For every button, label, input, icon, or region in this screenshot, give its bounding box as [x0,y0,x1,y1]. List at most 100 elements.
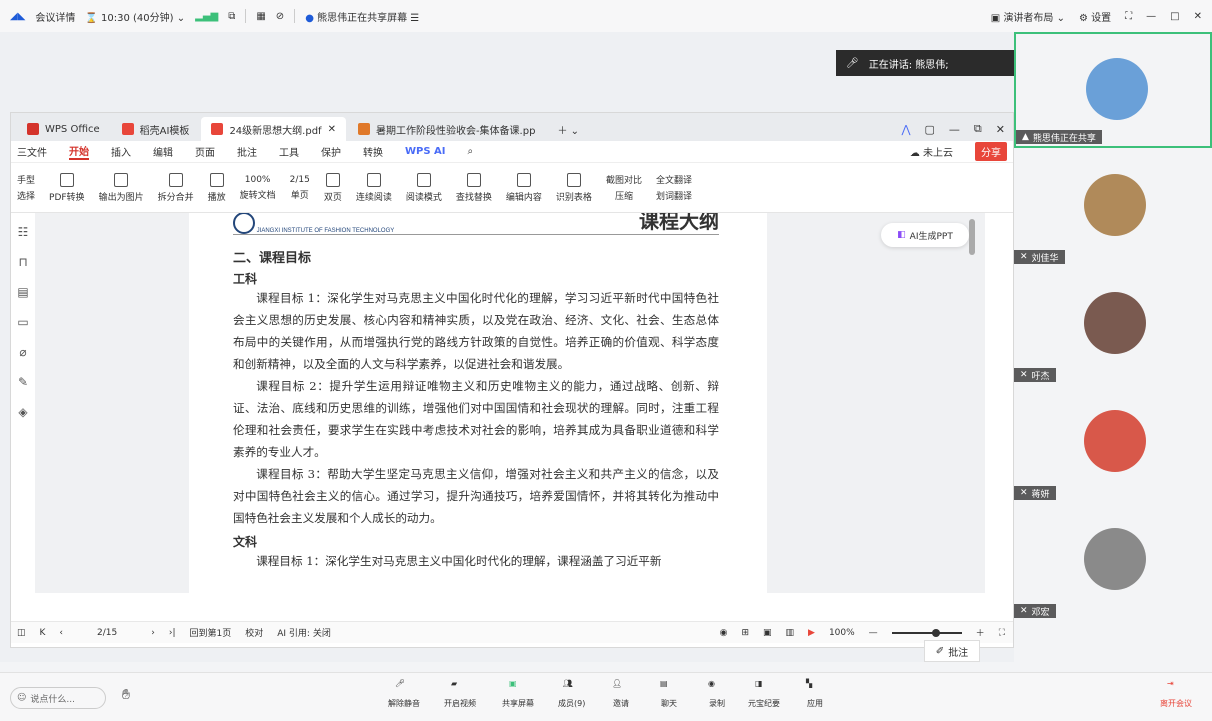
new-tab-button[interactable]: ＋ ⌄ [547,117,589,141]
menu-insert[interactable]: 插入 [111,144,131,159]
ai-cite-toggle[interactable]: AI 引用: 关闭 [277,626,331,639]
split-merge-button[interactable]: 拆分合并 [158,172,194,203]
zoom-in-icon[interactable]: ＋ [976,626,985,639]
minutes-button[interactable]: ◨ 元宝纪要 [748,679,780,709]
dual-view-icon[interactable]: ▥ [786,628,795,638]
menu-file[interactable]: 三文件 [17,144,47,159]
zoom-level[interactable]: 100% [829,628,855,638]
participant-tile[interactable]: ✕ 刘佳华 [1014,150,1212,266]
tab-ppt[interactable]: 暑期工作阶段性验收会-集体备课.pp [348,117,545,141]
settings-button[interactable]: ⚙ 设置 [1079,9,1111,24]
menu-edit[interactable]: 编辑 [153,144,173,159]
next-page-icon[interactable]: › [151,628,155,638]
minimize-icon[interactable]: — [949,123,960,136]
invite-button[interactable]: 👤︎ 邀请 [612,679,630,709]
prev-page-icon[interactable]: ‹ [59,628,63,638]
screen-share-icon[interactable]: ▦ [256,11,265,22]
read-mode-button[interactable]: 阅读模式 [406,172,442,203]
table-recognize-button[interactable]: 识别表格 [556,172,592,203]
play-icon[interactable]: ▶ [808,628,815,638]
share-screen-button[interactable]: ▣ 共享屏幕 [502,679,534,709]
window-icon[interactable]: ▢ [925,123,935,136]
menu-protect[interactable]: 保护 [321,144,341,159]
tab-pdf[interactable]: 24级新思想大纲.pdf ✕ [201,117,346,141]
close-icon[interactable]: ✕ [996,123,1005,136]
share-button[interactable]: 分享 [975,142,1007,161]
participant-tile[interactable]: ✕ 蒋妍 [1014,386,1212,502]
menu-wps-ai[interactable]: WPS AI [405,146,446,157]
participant-tile[interactable]: ✕ 邓宏 [1014,504,1212,620]
edit-content-button[interactable]: 编辑内容 [506,172,542,203]
unmute-button[interactable]: 🎤︎ 解除静音 [388,679,420,709]
page-number[interactable]: 2/15 [77,628,137,638]
comment-icon[interactable]: ▭ [17,315,28,329]
raise-hand-icon[interactable]: ✋︎ [122,687,130,703]
export-image-button[interactable]: 输出为图片 [99,172,144,203]
meeting-details-button[interactable]: 会议详情 [35,9,75,24]
close-icon[interactable]: ✕ [1194,11,1202,22]
ai-icon: ◧ [897,230,906,240]
double-page-button[interactable]: 双页 [324,172,342,203]
attachment-icon[interactable]: ⌀ [19,345,26,359]
fit-icon[interactable]: ⊞ [741,628,749,638]
vertical-scrollbar[interactable] [969,219,975,255]
layers-icon[interactable]: ◈ [18,405,27,419]
thumbnail-icon[interactable]: ▤ [17,285,28,299]
search-icon[interactable]: ⌕ [468,146,474,157]
meeting-time[interactable]: ⌛ 10:30 (40分钟) ⌄ [85,9,185,24]
pdf-convert-button[interactable]: PDF转换 [49,172,85,203]
participant-tile[interactable]: ▲ 熊思伟正在共享 [1014,32,1212,148]
maximize-icon[interactable]: □ [1170,11,1179,22]
continuous-read-button[interactable]: 连续阅读 [356,172,392,203]
find-replace-button[interactable]: 查找替换 [456,172,492,203]
hide-icon[interactable]: ⊘ [276,11,284,22]
eye-icon[interactable]: ◉ [720,628,728,638]
chat-button[interactable]: ▤ 聊天 [660,679,678,709]
menu-tools[interactable]: 工具 [279,144,299,159]
play-button[interactable]: 播放 [208,172,226,203]
menu-page[interactable]: 页面 [195,144,215,159]
minimize-icon[interactable]: — [1146,11,1156,22]
fullscreen-icon[interactable]: ⛶ [1125,11,1132,22]
ai-ppt-button[interactable]: ◧ AI生成PPT [881,223,969,247]
document-area[interactable]: JIANGXI INSTITUTE OF FASHION TECHNOLOGY … [35,213,985,593]
hand-tool[interactable]: 手型 选择 [17,173,35,202]
outline-icon[interactable]: ☷ [18,225,29,239]
last-page-icon[interactable]: ›| [169,628,176,638]
goto-first-link[interactable]: 回到第1页 [190,626,232,639]
signature-icon[interactable]: ✎ [18,375,28,389]
presenter-layout-button[interactable]: ▣ 演讲者布局 ⌄ [991,9,1065,24]
sidebar-toggle-icon[interactable]: ◫ [17,628,26,638]
bottom-label: 聊天 [661,699,677,708]
participant-tile[interactable]: ✕ 吁杰 [1014,268,1212,384]
tab-wps-office[interactable]: WPS Office [17,117,110,141]
compare-button[interactable]: 截图对比 压缩 [606,173,642,202]
menu-comment[interactable]: 批注 [237,144,257,159]
apps-button[interactable]: ▚ 应用 [806,679,824,709]
popout-icon[interactable]: ⧉ [228,11,235,22]
translate-button[interactable]: 全文翻译 划词翻译 [656,173,692,202]
record-button[interactable]: ◉ 录制 [708,679,726,709]
members-button[interactable]: 👥︎ 成员(9) [558,679,585,709]
menu-home[interactable]: 开始 [69,143,89,160]
zoom-slider[interactable] [891,628,962,637]
proof-button[interactable]: 校对 [245,626,263,639]
single-page-button[interactable]: 2/15 单页 [290,175,310,201]
leave-meeting-button[interactable]: ⇥ 离开会议 [1160,679,1192,709]
start-video-button[interactable]: ▰ 开启视频 [444,679,476,709]
first-page-icon[interactable]: K [40,628,46,638]
say-something-input[interactable]: ☺ 说点什么... [10,687,106,709]
bookmark-icon[interactable]: ⊓ [18,255,27,269]
zoom-select[interactable]: 100% 旋转文档 [240,175,276,201]
tab-template[interactable]: 稻壳AI模板 [112,117,200,141]
zoom-out-icon[interactable]: — [869,628,878,638]
tab-close-icon[interactable]: ✕ [328,124,336,135]
annotate-button[interactable]: ✐ 批注 [924,640,980,662]
restore-icon[interactable]: ⧉ [974,122,982,136]
wps-ai-icon[interactable]: ⋀ [901,123,910,136]
menu-convert[interactable]: 转换 [363,144,383,159]
page-view-icon[interactable]: ▣ [763,628,772,638]
cloud-status[interactable]: ☁ 未上云 [910,144,953,159]
section-title: 二、课程目标 [233,251,312,266]
fullscreen-icon[interactable]: ⛶ [999,628,1013,638]
